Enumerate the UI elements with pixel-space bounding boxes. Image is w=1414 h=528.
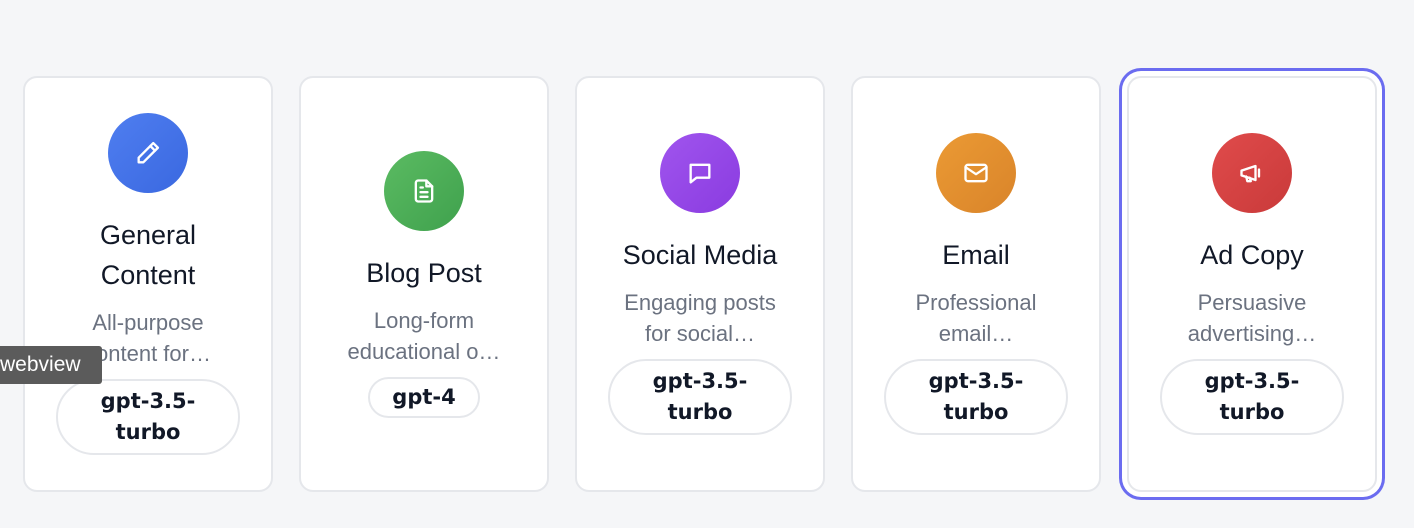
- card-description: Persuasive advertising…: [1187, 290, 1317, 346]
- webview-tooltip: webview: [0, 346, 102, 384]
- model-badge: gpt-3.5-turbo: [1160, 359, 1344, 435]
- card-title: Email: [942, 240, 1010, 270]
- content-type-cards: General Content All-purpose content for……: [0, 0, 1414, 528]
- model-badge: gpt-3.5-turbo: [884, 359, 1068, 435]
- model-badge: gpt-3.5-turbo: [56, 379, 240, 455]
- card-title: General Content: [99, 220, 197, 290]
- message-icon: [660, 133, 740, 213]
- card-blog-post[interactable]: Blog Post Long-form educational o… gpt-4: [299, 76, 549, 492]
- model-badge: gpt-4: [368, 376, 480, 418]
- card-email[interactable]: Email Professional email… gpt-3.5-turbo: [851, 76, 1101, 492]
- card-description: Professional email…: [915, 290, 1037, 346]
- card-title: Social Media: [622, 240, 778, 270]
- card-title: Ad Copy: [1200, 240, 1304, 270]
- card-social-media[interactable]: Social Media Engaging posts for social… …: [575, 76, 825, 492]
- card-ad-copy[interactable]: Ad Copy Persuasive advertising… gpt-3.5-…: [1127, 76, 1377, 492]
- card-description: Long-form educational o…: [347, 307, 501, 364]
- mail-icon: [936, 133, 1016, 213]
- model-badge: gpt-3.5-turbo: [608, 359, 792, 435]
- card-general-content[interactable]: General Content All-purpose content for……: [23, 76, 273, 492]
- card-title: Blog Post: [366, 257, 482, 288]
- document-icon: [384, 150, 464, 231]
- pencil-icon: [108, 113, 188, 193]
- megaphone-icon: [1212, 133, 1292, 213]
- card-description: Engaging posts for social…: [624, 290, 776, 346]
